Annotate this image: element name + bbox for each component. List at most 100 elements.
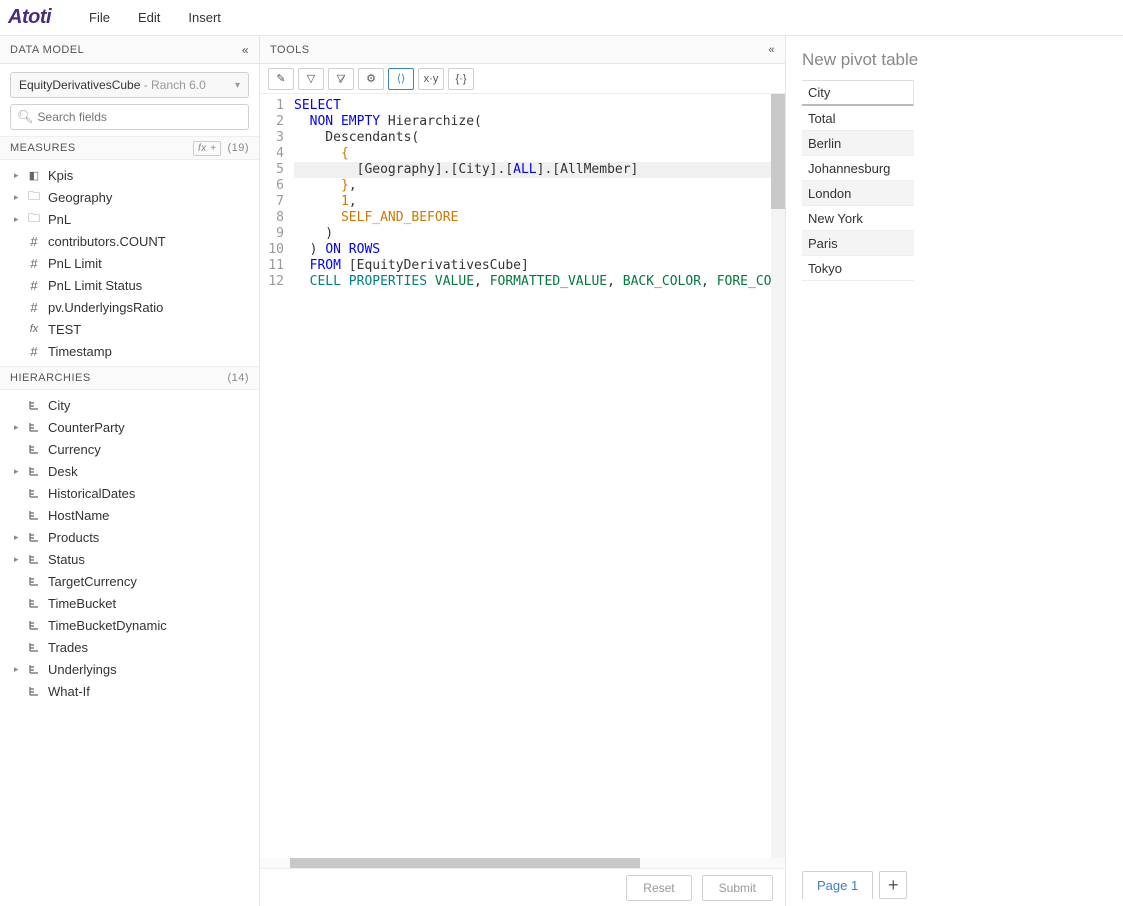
hierarchy-label: TimeBucketDynamic [48,618,167,633]
hierarchy-item[interactable]: ▸Trades [0,636,259,658]
hierarchy-item[interactable]: ▸TargetCurrency [0,570,259,592]
hierarchy-label: Status [48,552,85,567]
hierarchy-item[interactable]: ▸City [0,394,259,416]
submit-button[interactable]: Submit [702,875,773,901]
tab-page-1[interactable]: Page 1 [802,871,873,899]
tool-edit[interactable]: ✎ [268,68,294,90]
hierarchy-label: Products [48,530,99,545]
editor-code[interactable]: SELECT NON EMPTY Hierarchize( Descendant… [290,94,785,858]
code-line[interactable]: CELL PROPERTIES VALUE, FORMATTED_VALUE, … [294,274,785,290]
hierarchy-icon [26,642,42,652]
hash-icon [26,256,42,271]
cube-select[interactable]: EquityDerivativesCube - Ranch 6.0 ▾ [10,72,249,98]
measures-count: (19) [227,142,249,154]
code-line[interactable]: NON EMPTY Hierarchize( [294,114,785,130]
tool-filter[interactable]: ▽ [298,68,324,90]
hierarchy-item[interactable]: ▸HostName [0,504,259,526]
code-line[interactable]: Descendants( [294,130,785,146]
tool-xy[interactable]: x·y [418,68,444,90]
bookmark-icon [26,169,42,182]
collapse-tools-icon[interactable]: « [768,44,775,56]
measure-item[interactable]: ▸ Kpis [0,164,259,186]
hierarchy-item[interactable]: ▸Currency [0,438,259,460]
caret-icon: ▸ [14,664,24,675]
toolbar: ✎▽▽̷⚙⟨⟩x·y{·} [260,64,785,94]
hierarchy-item[interactable]: ▸HistoricalDates [0,482,259,504]
caret-icon: ▸ [14,532,24,543]
hierarchy-item[interactable]: ▸TimeBucketDynamic [0,614,259,636]
hierarchy-label: CounterParty [48,420,125,435]
hierarchy-item[interactable]: ▸Underlyings [0,658,259,680]
hierarchy-label: HostName [48,508,109,523]
measure-item[interactable]: ▸PnL Limit [0,252,259,274]
hierarchy-item[interactable]: ▸ Products [0,526,259,548]
search-input[interactable] [38,110,242,124]
pivot-row[interactable]: Tokyo [802,256,914,281]
caret-icon: ▸ [14,466,24,477]
editor-hscroll[interactable] [260,858,785,868]
add-page-button[interactable]: + [879,871,907,899]
code-editor[interactable]: 123456789101112 SELECT NON EMPTY Hierarc… [260,94,785,858]
fx-plus-button[interactable]: fx + [193,141,221,156]
tool-json[interactable]: {·} [448,68,474,90]
hierarchies-label: HIERARCHIES [10,372,91,384]
measure-item[interactable]: ▸PnL [0,208,259,230]
measure-item[interactable]: ▸Timestamp [0,340,259,362]
pivot-row[interactable]: Berlin [802,131,914,156]
menu-edit[interactable]: Edit [124,10,174,25]
measure-item[interactable]: ▸PnL Limit Status [0,274,259,296]
code-line[interactable]: FROM [EquityDerivativesCube] [294,258,785,274]
topbar: Atoti File Edit Insert [0,0,1123,36]
tool-filter-off[interactable]: ▽̷ [328,68,354,90]
code-line[interactable]: }, [294,178,785,194]
code-line[interactable]: 1, [294,194,785,210]
measure-item[interactable]: ▸TEST [0,318,259,340]
hierarchy-item[interactable]: ▸What-If [0,680,259,702]
hierarchy-icon [26,488,42,498]
menu-file[interactable]: File [75,10,124,25]
caret-icon: ▸ [14,170,24,181]
hierarchy-item[interactable]: ▸ Desk [0,460,259,482]
folder-icon [26,187,42,208]
collapse-left-icon[interactable]: « [242,43,249,57]
code-line[interactable]: { [294,146,785,162]
hierarchy-item[interactable]: ▸ CounterParty [0,416,259,438]
measure-item[interactable]: ▸pv.UnderlyingsRatio [0,296,259,318]
pivot-row[interactable]: London [802,181,914,206]
pivot-row[interactable]: Paris [802,231,914,256]
hierarchy-item[interactable]: ▸TimeBucket [0,592,259,614]
measure-item[interactable]: ▸contributors.COUNT [0,230,259,252]
hierarchy-label: Currency [48,442,101,457]
editor-footer: Reset Submit [260,868,785,906]
chevron-down-icon: ▾ [235,80,240,91]
editor-vscroll[interactable] [771,94,785,858]
tool-brackets[interactable]: ⟨⟩ [388,68,414,90]
pivot-row[interactable]: Total [802,106,914,131]
reset-button[interactable]: Reset [626,875,691,901]
caret-icon: ▸ [14,422,24,433]
menu-insert[interactable]: Insert [174,10,235,25]
hierarchy-icon [26,576,42,586]
hierarchy-label: TargetCurrency [48,574,137,589]
code-line[interactable]: SELECT [294,98,785,114]
code-line[interactable]: SELF_AND_BEFORE [294,210,785,226]
hierarchy-item[interactable]: ▸Status [0,548,259,570]
hierarchy-icon [26,466,42,476]
pivot-row[interactable]: Johannesburg [802,156,914,181]
code-line[interactable]: [Geography].[City].[ALL].[AllMember] [294,162,785,178]
measure-item[interactable]: ▸Geography [0,186,259,208]
hierarchies-header: HIERARCHIES (14) [0,366,259,390]
hierarchy-icon [26,444,42,454]
pivot-row[interactable]: New York [802,206,914,231]
measure-label: PnL Limit [48,256,102,271]
code-line[interactable]: ) ON ROWS [294,242,785,258]
hierarchy-label: Desk [48,464,78,479]
search-box[interactable]: 🔍︎ [10,104,249,130]
measure-label: Timestamp [48,344,112,359]
tool-sliders[interactable]: ⚙ [358,68,384,90]
pivot-column-header[interactable]: City [802,81,914,106]
hierarchies-count: (14) [227,372,249,384]
measure-label: Kpis [48,168,73,183]
code-line[interactable]: ) [294,226,785,242]
hierarchy-icon [26,532,42,542]
